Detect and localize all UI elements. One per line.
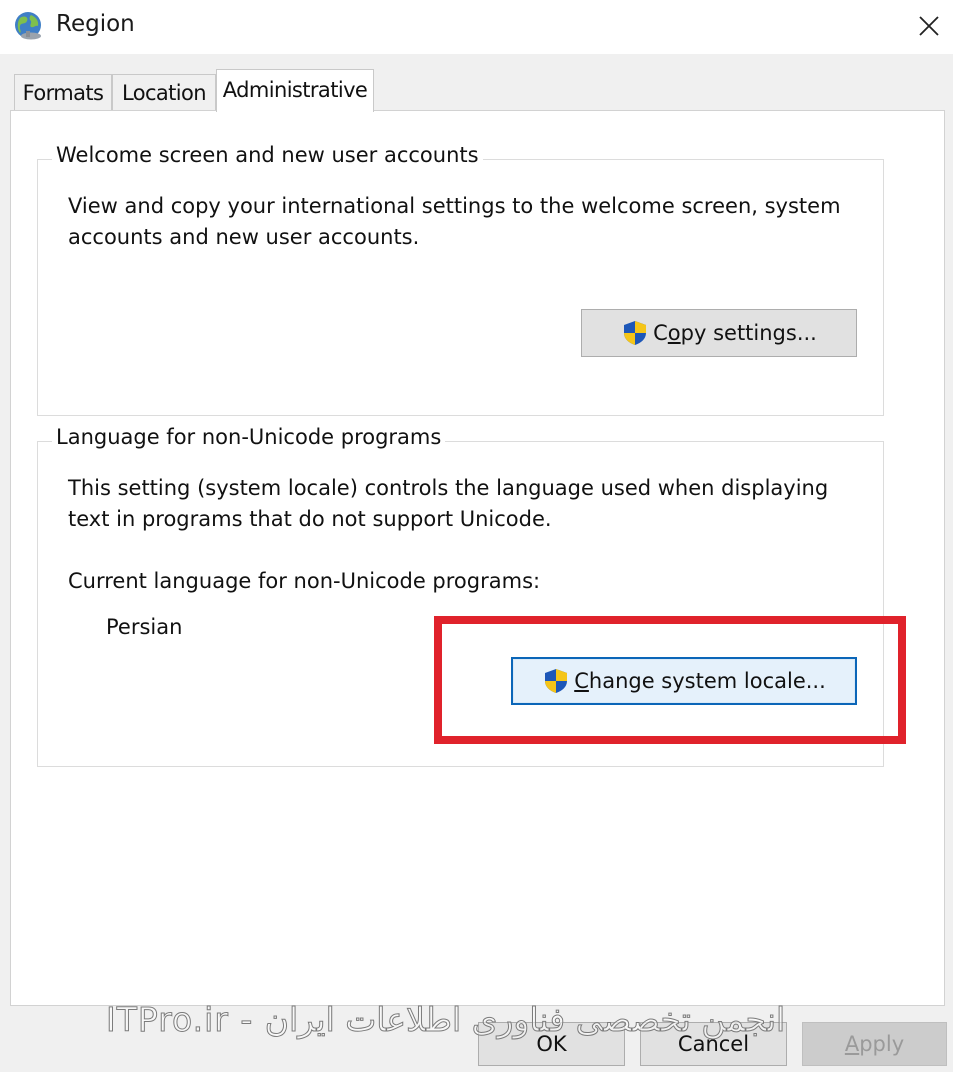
close-button[interactable] [905, 3, 953, 49]
locale-description: This setting (system locale) controls th… [68, 473, 868, 535]
watermark-text: ITPro.ir - انجمن تخصصی فناوری اطلاعات ای… [106, 1000, 786, 1040]
current-language-value: Persian [106, 615, 183, 639]
red-highlight-annotation [434, 616, 906, 744]
copy-settings-label: Copy settings... [653, 321, 817, 345]
copy-settings-button[interactable]: Copy settings... [581, 309, 857, 357]
window-title: Region [56, 11, 135, 37]
administrative-tab-panel: Welcome screen and new user accounts Vie… [10, 110, 945, 1006]
title-bar: Region [0, 0, 953, 54]
welcome-description-line1: View and copy your international setting… [68, 194, 841, 218]
welcome-description-line2: accounts and new user accounts. [68, 225, 420, 249]
region-globe-icon [15, 12, 41, 40]
locale-description-line1: This setting (system locale) controls th… [68, 476, 829, 500]
current-language-label: Current language for non-Unicode program… [68, 569, 541, 593]
tab-location-label: Location [121, 80, 207, 105]
tab-administrative-label: Administrative [222, 78, 368, 102]
locale-group-legend: Language for non-Unicode programs [52, 425, 446, 449]
tab-formats[interactable]: Formats [14, 74, 112, 110]
welcome-group-legend: Welcome screen and new user accounts [52, 143, 483, 167]
locale-description-line2: text in programs that do not support Uni… [68, 507, 552, 531]
tab-administrative[interactable]: Administrative [216, 69, 374, 112]
tab-formats-label: Formats [22, 80, 104, 105]
welcome-description: View and copy your international setting… [68, 191, 868, 253]
uac-shield-icon [624, 321, 647, 345]
welcome-screen-group: Welcome screen and new user accounts Vie… [37, 143, 884, 416]
tab-location[interactable]: Location [112, 74, 216, 110]
close-icon [919, 16, 939, 36]
